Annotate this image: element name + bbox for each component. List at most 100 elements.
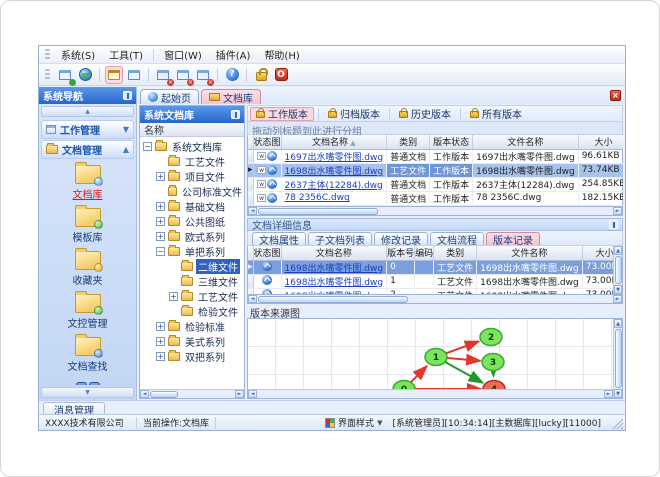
sidebar-group-documents[interactable]: 文档管理 ▲ — [41, 140, 134, 159]
globe-icon[interactable] — [76, 66, 94, 84]
document-link[interactable]: 2637主体(12284).dwg — [285, 181, 383, 191]
scroll-left-icon[interactable]: ◄ — [248, 295, 257, 303]
sidebar-item-0[interactable]: 文档库 — [39, 162, 136, 201]
ui-style-selector[interactable]: 界面样式 ▼ — [321, 416, 386, 429]
version-button-1[interactable]: 归档版本 — [323, 107, 385, 121]
graph-hscrollbar[interactable]: ◄ ► — [248, 389, 613, 398]
resize-grip[interactable] — [611, 416, 623, 429]
tree-node-12[interactable]: + 检验标准 — [140, 319, 244, 334]
scroll-right-icon[interactable]: ► — [604, 390, 613, 398]
expand-icon[interactable]: + — [156, 337, 165, 346]
no-expand-icon[interactable] — [156, 187, 165, 196]
menu-item-2[interactable]: 窗口(W) — [157, 45, 209, 64]
table-row[interactable]: 1698出水嘴零件图.dwg1工艺文件1698出水嘴零件图.dwg73.00KB… — [248, 274, 613, 289]
collapse-icon[interactable]: − — [143, 142, 152, 151]
column-header-3[interactable]: 版本状态 — [429, 135, 474, 150]
no-expand-icon[interactable] — [169, 307, 178, 316]
detail-tab-3[interactable]: 文档流程 — [430, 232, 484, 247]
table-row[interactable]: w 78 2356C.dwg 普通文档 工作版本 78 2356C.dwg 182.15K… — [248, 191, 623, 207]
tree-node-7[interactable]: − 单把系列 — [140, 244, 244, 259]
version-button-0[interactable]: 工作版本 — [250, 106, 314, 121]
sidebar-scroll-down[interactable]: ▼ — [41, 387, 134, 398]
expand-icon[interactable]: + — [156, 352, 165, 361]
expand-icon[interactable]: + — [169, 292, 178, 301]
doc-table-hscrollbar[interactable]: ◄ ► — [247, 207, 623, 216]
scroll-thumb[interactable] — [258, 207, 378, 215]
scroll-thumb[interactable] — [258, 295, 408, 303]
sidebar-item-2[interactable]: 收藏夹 — [39, 248, 136, 287]
help-icon[interactable]: ? — [223, 66, 241, 84]
no-expand-icon[interactable] — [169, 277, 178, 286]
tree-column-header[interactable]: 名称 — [140, 123, 244, 137]
column-header-2[interactable]: 版本号 — [386, 246, 416, 261]
tree-node-11[interactable]: 检验文件 — [140, 304, 244, 319]
scroll-up-icon[interactable]: ▲ — [614, 246, 622, 255]
menu-item-4[interactable]: 帮助(H) — [257, 45, 306, 64]
document-link[interactable]: 1697出水嘴零件图.dwg — [285, 153, 384, 163]
scroll-up-icon[interactable]: ▲ — [614, 319, 622, 328]
expand-icon[interactable]: + — [156, 202, 165, 211]
document-link[interactable]: 1698出水嘴零件图.dwg — [285, 167, 384, 177]
tree-node-3[interactable]: 公司标准文件 — [140, 184, 244, 199]
version-table-vscrollbar[interactable]: ▲ ▼ — [613, 246, 622, 294]
pin-icon[interactable] — [609, 220, 618, 229]
scroll-left-icon[interactable]: ◄ — [248, 390, 257, 398]
column-header-0[interactable]: 状态图 — [253, 246, 282, 261]
tab-document-library[interactable]: 文档库 — [201, 89, 261, 105]
tree-node-8[interactable]: 二维文件 — [140, 259, 244, 274]
lock-icon[interactable] — [252, 66, 270, 84]
tree-node-6[interactable]: + 欧式系列 — [140, 229, 244, 244]
menu-item-3[interactable]: 插件(A) — [209, 45, 258, 64]
tree-node-13[interactable]: + 美式系列 — [140, 334, 244, 349]
column-header-0[interactable]: 状态图 — [253, 135, 282, 150]
close-tab-icon[interactable]: × — [610, 90, 621, 101]
tree-node-14[interactable]: + 双把系列 — [140, 349, 244, 364]
scroll-right-icon[interactable]: ► — [613, 207, 622, 215]
scroll-down-icon[interactable]: ▼ — [614, 285, 622, 294]
detail-tab-0[interactable]: 文档属性 — [252, 232, 306, 247]
document-link[interactable]: 1698出水嘴零件图.dwg — [285, 278, 384, 288]
tree-node-0[interactable]: − 系统文档库 — [140, 139, 244, 154]
version-graph-canvas[interactable]: 0 1 2 3 4 — [248, 319, 613, 389]
column-header-5[interactable]: 大小 — [578, 135, 623, 150]
detail-tab-4[interactable]: 版本记录 — [486, 232, 540, 247]
sidebar-group-work[interactable]: 工作管理 ▼ — [41, 120, 134, 139]
table-row[interactable]: ▸ w 1698出水嘴零件图.dwg 工艺文件 工作版本 1698出水嘴零件图.dwg 73… — [248, 163, 623, 178]
graph-vscrollbar[interactable]: ▲ ▼ — [613, 319, 622, 398]
column-header-1[interactable]: 文档名称 ▲ — [281, 135, 388, 150]
column-header-1[interactable]: 文档名称 — [281, 246, 388, 261]
cascade-windows-icon[interactable] — [105, 65, 123, 84]
scroll-right-icon[interactable]: ► — [235, 390, 244, 398]
sidebar-item-4[interactable]: 文档查找 — [39, 334, 136, 373]
tree-node-10[interactable]: + 工艺文件 — [140, 289, 244, 304]
table-row[interactable]: w 2637主体(12284).dwg 普通文档 工作版本 2637主体(12284).… — [248, 177, 623, 192]
pin-icon[interactable] — [123, 91, 132, 100]
expand-icon[interactable]: + — [156, 232, 165, 241]
column-header-5[interactable]: 文件名称 — [476, 246, 583, 261]
column-header-4[interactable]: 文件名称 — [472, 135, 579, 150]
close-all-documents-icon[interactable]: × — [174, 66, 194, 86]
tree-node-9[interactable]: 三维文件 — [140, 274, 244, 289]
tree-node-1[interactable]: 工艺文件 — [140, 154, 244, 169]
version-button-3[interactable]: 所有版本 — [465, 107, 527, 121]
scroll-thumb[interactable] — [614, 329, 622, 388]
table-row[interactable]: w 1697出水嘴零件图.dwg 普通文档 工作版本 1697出水嘴零件图.dwg 96.… — [248, 149, 623, 164]
pin-icon[interactable] — [231, 110, 240, 119]
table-row[interactable]: ▸1698出水嘴零件图.dwg0工艺文件1698出水嘴零件图.dwg73.00K… — [248, 260, 613, 275]
document-link[interactable]: 1698出水嘴零件图.dwg — [285, 292, 384, 295]
sidebar-scroll-up[interactable]: ▲ — [41, 106, 134, 117]
expand-icon[interactable]: + — [156, 217, 165, 226]
table-row[interactable]: 1698出水嘴零件图.dwg2工艺文件1698出水嘴零件图.dwg73.00KB… — [248, 288, 613, 294]
exit-icon[interactable]: O — [272, 66, 290, 84]
document-link[interactable]: 78 2356C.dwg — [285, 193, 350, 203]
expand-icon[interactable]: + — [156, 322, 165, 331]
tile-windows-icon[interactable] — [125, 66, 143, 84]
menu-grip[interactable] — [45, 48, 50, 61]
tree-node-4[interactable]: + 基础文档 — [140, 199, 244, 214]
detail-tab-2[interactable]: 修改记录 — [374, 232, 428, 247]
column-header-3[interactable]: 编码 — [414, 246, 435, 261]
scroll-thumb[interactable] — [150, 390, 178, 398]
scroll-left-icon[interactable]: ◄ — [248, 207, 257, 215]
sidebar-item-1[interactable]: 模板库 — [39, 205, 136, 244]
column-header-2[interactable]: 类别 — [386, 135, 431, 150]
